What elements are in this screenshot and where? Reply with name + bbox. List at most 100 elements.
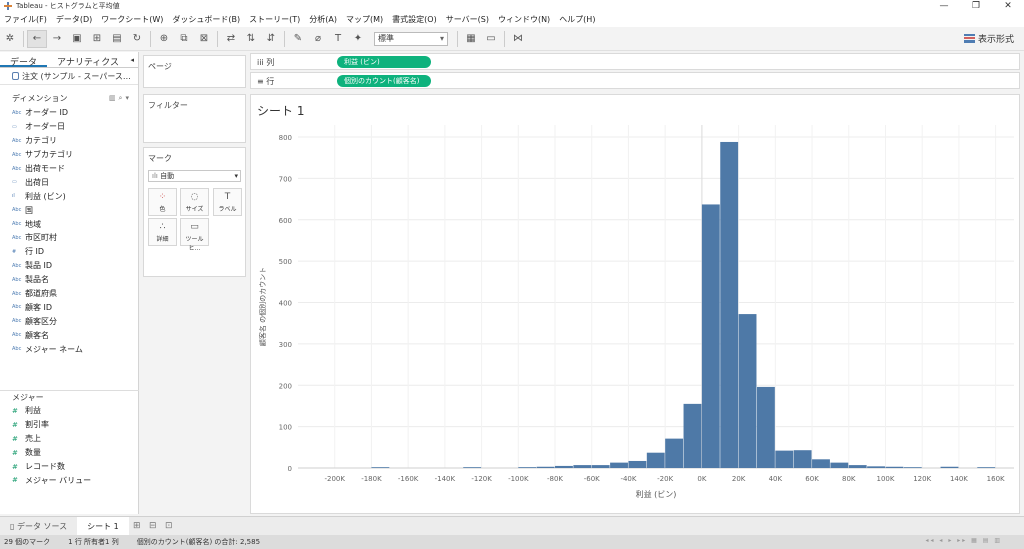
rows-shelf[interactable]: ≡ 行 個別のカウント(顧客名) — [250, 72, 1020, 89]
dimension-field[interactable]: Abc メジャー ネーム — [0, 342, 138, 356]
sheet-navigation-icon[interactable]: ◂◂ ◂ ▸ ▸▸ ▦ ▤ ▥ — [925, 537, 1002, 544]
measure-field[interactable]: # 売上 — [0, 432, 139, 446]
histogram-bar[interactable] — [610, 462, 628, 468]
tableau-home-icon[interactable]: ✲ — [0, 30, 20, 48]
show-cards-icon[interactable]: ▦ — [461, 30, 481, 48]
menu-server[interactable]: サーバー(S) — [446, 14, 489, 25]
data-source-tab[interactable]: ▯ データ ソース — [0, 517, 77, 536]
menu-map[interactable]: マップ(M) — [346, 14, 383, 25]
histogram-bar[interactable] — [701, 204, 720, 468]
tab-data[interactable]: データ — [0, 52, 48, 68]
clear-sheet-icon[interactable]: ⊠ — [194, 30, 214, 48]
histogram-bar[interactable] — [573, 465, 592, 468]
new-worksheet-icon[interactable]: ⊕ — [154, 30, 174, 48]
measure-field[interactable]: # 数量 — [0, 446, 139, 460]
undo-back-icon[interactable]: ← — [27, 29, 47, 48]
detail-button[interactable]: ∴ 詳細 — [148, 218, 177, 246]
measure-field[interactable]: # 割引率 — [0, 418, 139, 432]
pause-updates-icon[interactable]: ▤ — [107, 30, 127, 48]
histogram-bar[interactable] — [591, 465, 610, 468]
dimension-field[interactable]: ▭ オーダー日 — [0, 120, 138, 134]
sort-ascending-icon[interactable]: ⇅ — [241, 30, 261, 48]
fix-axes-icon[interactable]: ✦ — [348, 30, 368, 48]
swap-rows-columns-icon[interactable]: ⇄ — [221, 30, 241, 48]
histogram-bar[interactable] — [793, 450, 812, 468]
dimension-field[interactable]: Abc 国 — [0, 203, 138, 217]
dimension-field[interactable]: # 行 ID — [0, 245, 138, 259]
histogram-bar[interactable] — [720, 141, 739, 468]
columns-shelf[interactable]: iii 列 利益 (ビン) — [250, 53, 1020, 70]
new-dashboard-tab-icon[interactable]: ⊟ — [145, 517, 161, 536]
histogram-bar[interactable] — [371, 467, 390, 468]
dimension-field[interactable]: Abc 顧客区分 — [0, 314, 138, 328]
histogram-bar[interactable] — [756, 386, 775, 468]
duplicate-sheet-icon[interactable]: ⧉ — [174, 30, 194, 48]
menu-data[interactable]: データ(D) — [56, 14, 92, 25]
measure-field[interactable]: # レコード数 — [0, 460, 139, 474]
mark-type-dropdown[interactable]: ılı 自動 — [148, 170, 241, 182]
dimension-field[interactable]: Abc 出荷モード — [0, 162, 138, 176]
histogram-bar[interactable] — [463, 467, 482, 468]
refresh-icon[interactable]: ↻ — [127, 30, 147, 48]
dimension-field[interactable]: Abc カテゴリ — [0, 134, 138, 148]
histogram-bar[interactable] — [665, 438, 684, 468]
close-button[interactable]: ✕ — [992, 0, 1024, 12]
show-me-button[interactable]: 表示形式 — [963, 32, 1014, 45]
dimension-field[interactable]: Abc オーダー ID — [0, 106, 138, 120]
histogram-bar[interactable] — [683, 403, 702, 468]
redo-forward-icon[interactable]: → — [47, 30, 67, 48]
label-button[interactable]: T ラベル — [213, 188, 242, 216]
size-button[interactable]: ◌ サイズ — [180, 188, 209, 216]
group-members-icon[interactable]: ⌀ — [308, 30, 328, 48]
tab-analytics[interactable]: アナリティクス — [47, 52, 129, 68]
sheet-tab[interactable]: シート 1 — [77, 516, 129, 536]
histogram-bar[interactable] — [628, 460, 647, 468]
sort-descending-icon[interactable]: ⇵ — [261, 30, 281, 48]
histogram-bar[interactable] — [518, 467, 537, 468]
new-story-tab-icon[interactable]: ⊡ — [161, 517, 177, 536]
new-data-source-icon[interactable]: ⊞ — [87, 30, 107, 48]
fit-dropdown[interactable]: 標準 — [374, 31, 448, 46]
menu-analysis[interactable]: 分析(A) — [309, 14, 337, 25]
histogram-bar[interactable] — [738, 314, 757, 468]
dimension-field[interactable]: Abc 顧客 ID — [0, 300, 138, 314]
menu-window[interactable]: ウィンドウ(N) — [498, 14, 550, 25]
color-button[interactable]: ⁘ 色 — [148, 188, 177, 216]
dimension-field[interactable]: Abc サブカテゴリ — [0, 148, 138, 162]
menu-worksheet[interactable]: ワークシート(W) — [101, 14, 163, 25]
pane-menu-icon[interactable]: ◂ — [130, 52, 134, 67]
dimension-field[interactable]: ıl 利益 (ビン) — [0, 189, 138, 203]
rows-pill[interactable]: 個別のカウント(顧客名) — [337, 75, 431, 87]
histogram-bar[interactable] — [536, 466, 555, 468]
maximize-button[interactable]: ❐ — [960, 0, 992, 12]
highlight-icon[interactable]: ✎ — [288, 30, 308, 48]
menu-format[interactable]: 書式設定(O) — [392, 14, 437, 25]
histogram-bar[interactable] — [830, 462, 849, 468]
histogram-bar[interactable] — [903, 467, 922, 468]
new-worksheet-tab-icon[interactable]: ⊞ — [129, 517, 145, 536]
histogram-bar[interactable] — [775, 450, 794, 468]
histogram-bar[interactable] — [812, 459, 830, 468]
histogram-bar[interactable] — [940, 466, 959, 468]
data-source-item[interactable]: 注文 (サンプル - スーパース… — [0, 68, 138, 85]
menu-file[interactable]: ファイル(F) — [4, 14, 47, 25]
tooltip-button[interactable]: ▭ ツールヒ… — [180, 218, 209, 252]
measure-field[interactable]: # メジャー バリュー — [0, 473, 139, 487]
menu-story[interactable]: ストーリー(T) — [249, 14, 300, 25]
dimensions-tools-icon[interactable]: ▥⌕▾ — [109, 94, 132, 103]
minimize-button[interactable]: — — [928, 0, 960, 12]
histogram-bar[interactable] — [867, 466, 885, 468]
histogram-bar[interactable] — [555, 465, 573, 468]
dimension-field[interactable]: Abc 都道府県 — [0, 287, 138, 301]
measure-field[interactable]: # 利益 — [0, 404, 139, 418]
histogram-bar[interactable] — [885, 466, 904, 468]
dimension-field[interactable]: Abc 製品名 — [0, 273, 138, 287]
presentation-mode-icon[interactable]: ▭ — [481, 30, 501, 48]
show-labels-icon[interactable]: T — [328, 30, 348, 48]
dimension-field[interactable]: ▭ 出荷日 — [0, 175, 138, 189]
menu-help[interactable]: ヘルプ(H) — [559, 14, 595, 25]
histogram-bar[interactable] — [977, 467, 996, 468]
filters-card[interactable]: フィルター — [143, 94, 246, 143]
histogram-bar[interactable] — [646, 452, 665, 468]
columns-pill[interactable]: 利益 (ビン) — [337, 56, 431, 68]
